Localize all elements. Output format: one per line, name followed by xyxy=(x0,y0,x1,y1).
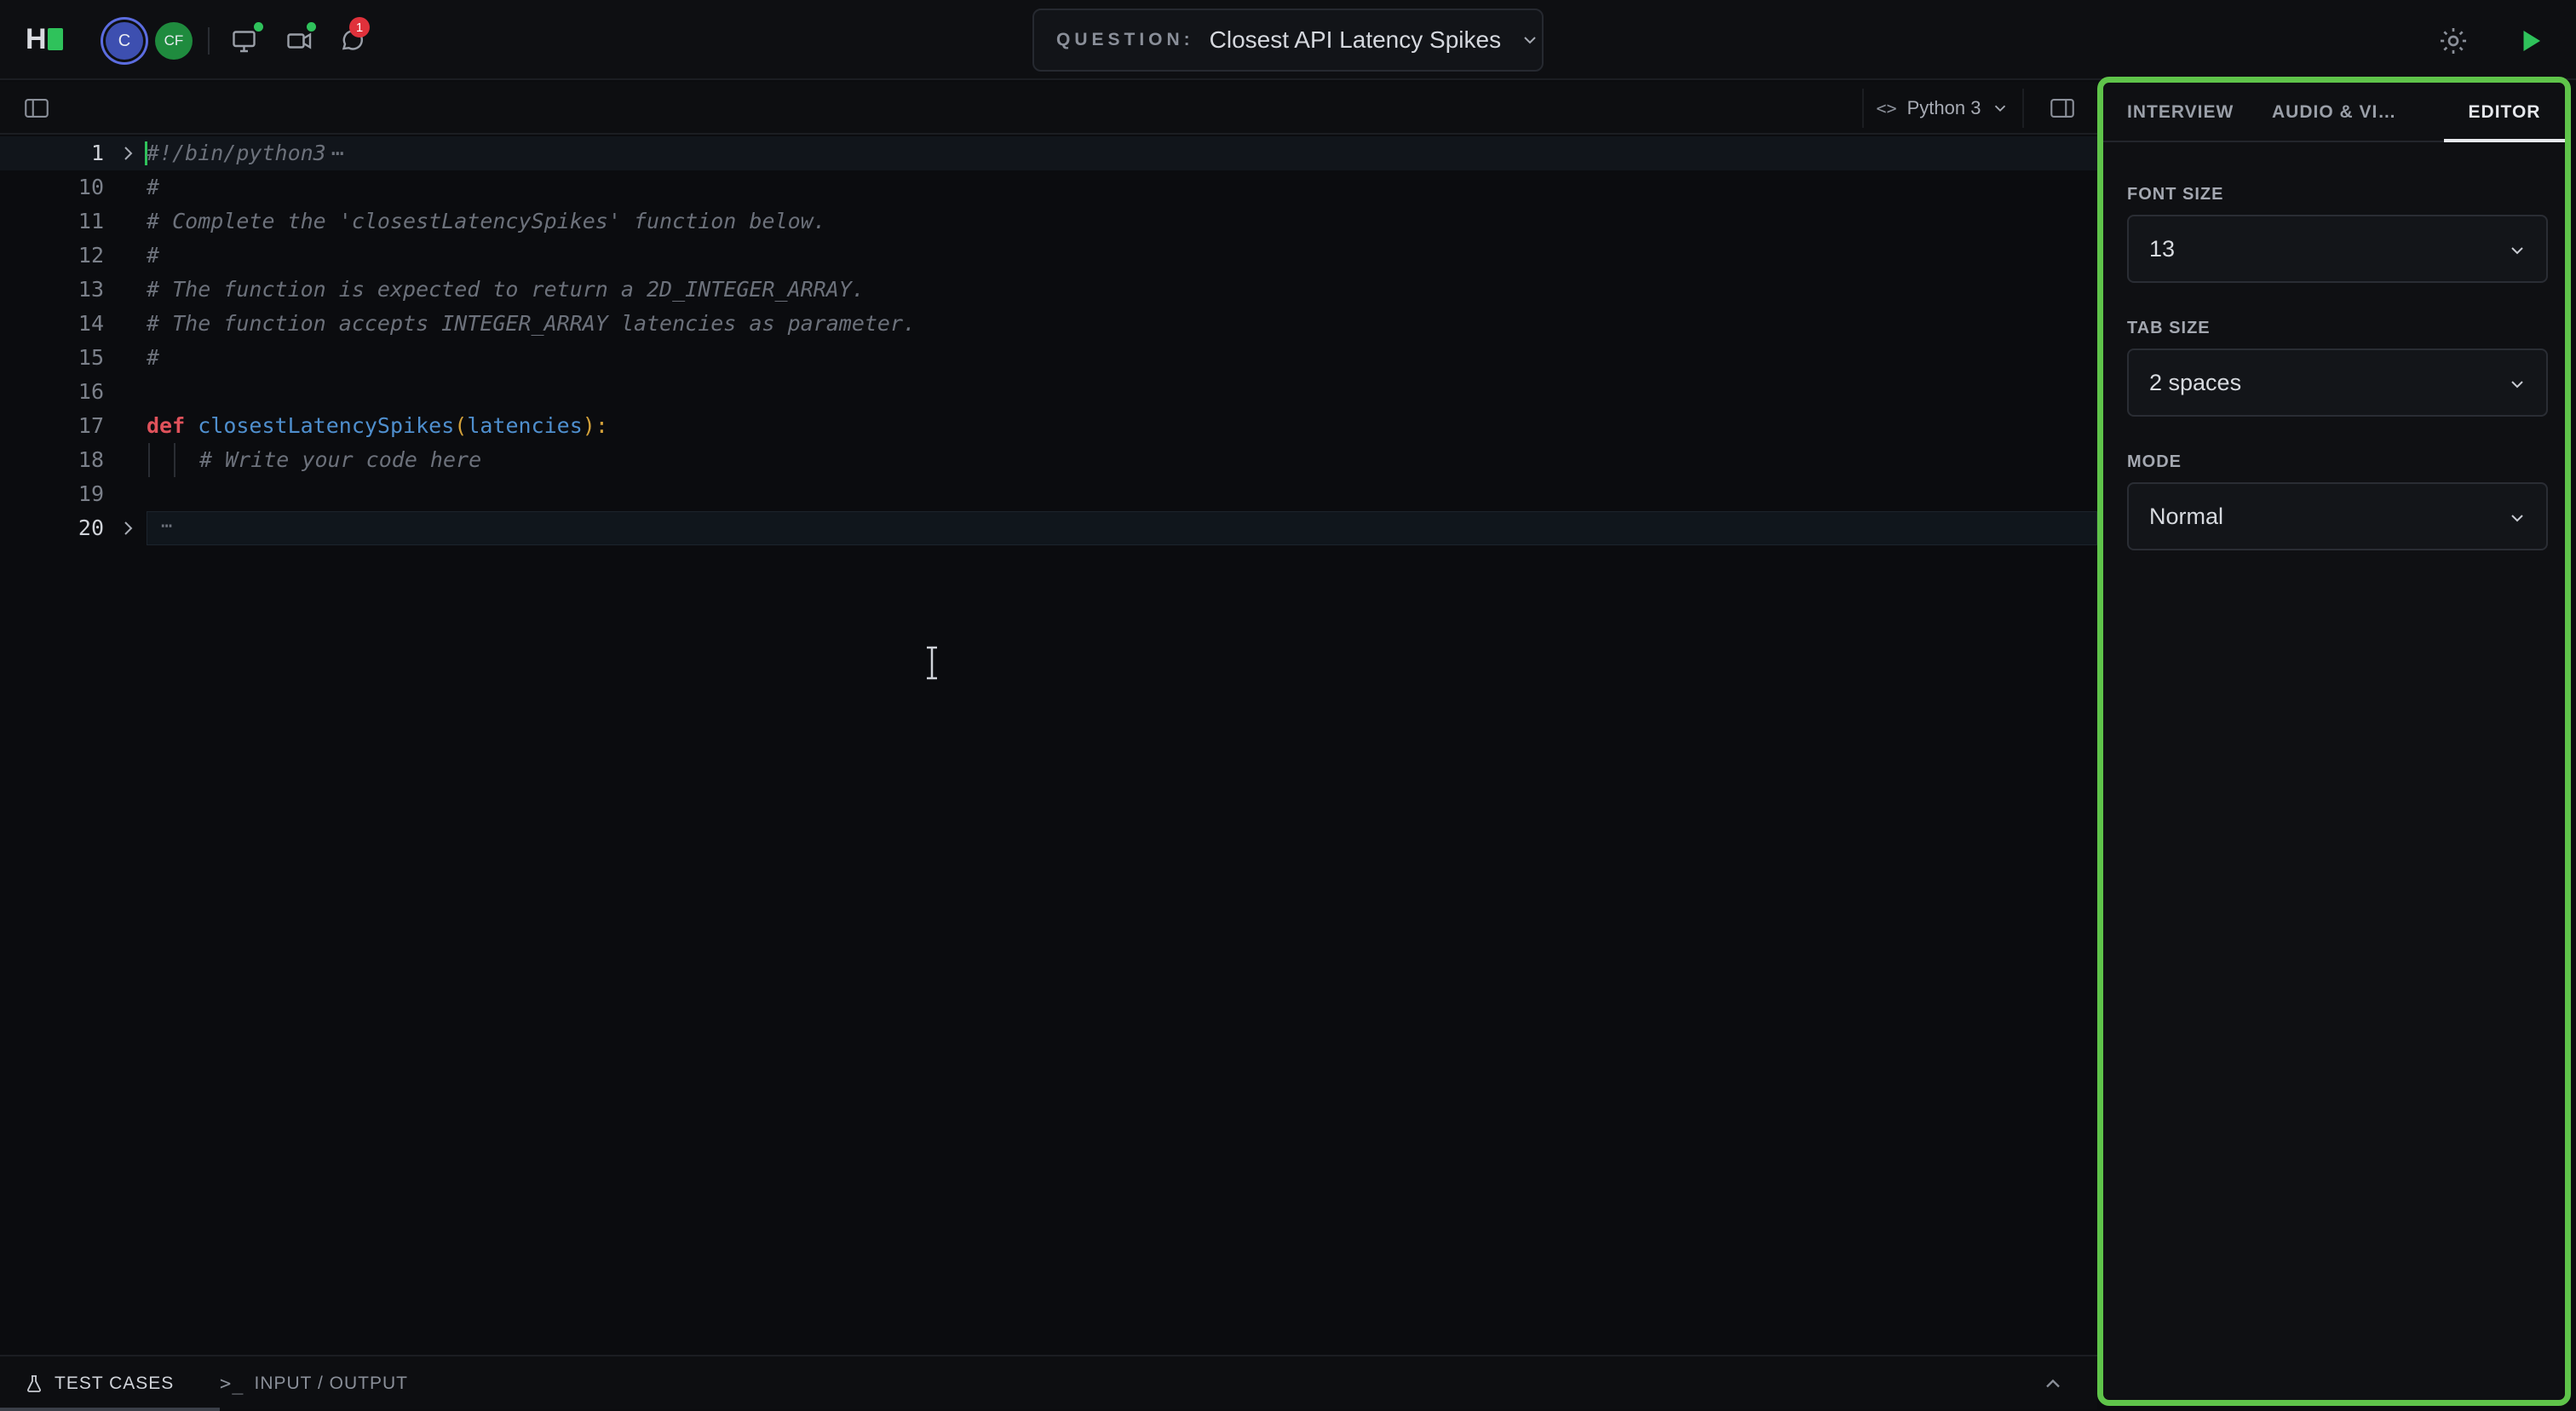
expand-panel-button[interactable] xyxy=(2041,1372,2065,1396)
code-text: # xyxy=(147,345,160,370)
code-line: 20 ⋯ xyxy=(0,511,2097,545)
code-line: 18 # Write your code here xyxy=(0,443,2097,477)
chevron-down-icon xyxy=(1995,105,2006,112)
code-text: # The function is expected to return a 2… xyxy=(147,277,865,302)
video-status-dot xyxy=(307,22,316,32)
chevron-right-icon[interactable] xyxy=(118,143,138,164)
editor-settings-panel: INTERVIEW AUDIO & VID… EDITOR FONT SIZE … xyxy=(2097,77,2571,1406)
gear-icon xyxy=(2441,28,2466,54)
chevron-down-icon xyxy=(2511,515,2523,522)
line-number: 18 xyxy=(78,447,104,472)
indent-guide xyxy=(148,443,150,477)
sidebar-toggle-button[interactable] xyxy=(22,94,51,123)
chevron-down-icon xyxy=(2511,381,2523,389)
top-bar: H C CF 1 QUESTION: Closest API Latency S… xyxy=(0,0,2576,80)
settings-button[interactable] xyxy=(2436,24,2470,58)
logo-square xyxy=(47,28,63,50)
flask-icon xyxy=(27,1375,41,1392)
sidebar-left-icon xyxy=(25,99,49,118)
line-number: 12 xyxy=(78,243,104,268)
line-number: 15 xyxy=(78,345,104,370)
language-selector[interactable]: <> Python 3 xyxy=(1862,89,2024,128)
bottom-panel-bar: TEST CASES >_ INPUT / OUTPUT xyxy=(0,1355,2097,1411)
tab-size-label: TAB SIZE xyxy=(2127,319,2211,337)
folded-region[interactable]: ⋯ xyxy=(147,511,2097,545)
question-selector[interactable]: QUESTION: Closest API Latency Spikes xyxy=(1032,9,1544,72)
language-label: Python 3 xyxy=(1906,97,1981,118)
select-value: 13 xyxy=(2149,235,2176,262)
select-value: 2 spaces xyxy=(2149,369,2242,395)
terminal-icon: >_ xyxy=(220,1373,244,1395)
editor-toolbar: <> Python 3 xyxy=(0,82,2097,135)
code-brackets-icon: <> xyxy=(1876,98,1897,118)
line-number: 10 xyxy=(78,175,104,199)
tab-label: INPUT / OUTPUT xyxy=(254,1374,408,1393)
divider xyxy=(208,27,210,55)
code-text: # xyxy=(147,243,160,268)
code-line: 13 # The function is expected to return … xyxy=(0,273,2097,307)
line-number: 17 xyxy=(78,413,104,438)
code-line: 10 # xyxy=(0,170,2097,204)
code-editor[interactable]: 1 #!/bin/python3 ⋯ 10 # 11 # Complete the… xyxy=(0,136,2097,1355)
avatar-c[interactable]: C xyxy=(106,22,143,60)
code-text: def closestLatencySpikes(latencies): xyxy=(147,413,608,438)
tab-label: TEST CASES xyxy=(55,1374,175,1393)
play-icon xyxy=(2523,31,2540,51)
question-title: Closest API Latency Spikes xyxy=(1209,26,1502,53)
code-line: 17 def closestLatencySpikes(latencies): xyxy=(0,409,2097,443)
app-logo[interactable]: H xyxy=(26,24,63,55)
code-text: # The function accepts INTEGER_ARRAY lat… xyxy=(147,311,917,336)
code-line: 16 xyxy=(0,375,2097,409)
run-button[interactable] xyxy=(2515,26,2545,56)
active-tab-underline xyxy=(0,1408,220,1411)
line-number: 20 xyxy=(78,515,104,540)
text-cursor-icon xyxy=(927,646,937,680)
avatar-cf[interactable]: CF xyxy=(155,22,193,60)
code-line: 19 xyxy=(0,477,2097,511)
question-label: QUESTION: xyxy=(1056,30,1194,49)
mode-label: MODE xyxy=(2127,452,2182,471)
chevron-up-icon xyxy=(2046,1379,2060,1388)
code-text: # Write your code here xyxy=(199,447,482,472)
font-size-label: FONT SIZE xyxy=(2127,185,2224,204)
line-number: 16 xyxy=(78,379,104,404)
tab-audio-video[interactable]: AUDIO & VID… xyxy=(2272,83,2408,142)
tab-size-select[interactable]: 2 spaces xyxy=(2127,348,2548,417)
font-size-select[interactable]: 13 xyxy=(2127,215,2548,283)
chevron-down-icon xyxy=(2511,247,2523,255)
code-line: 14 # The function accepts INTEGER_ARRAY … xyxy=(0,307,2097,341)
code-line: 1 #!/bin/python3 ⋯ xyxy=(0,136,2097,170)
code-text: # xyxy=(147,175,160,199)
indent-guide xyxy=(174,443,175,477)
code-line: 12 # xyxy=(0,239,2097,273)
logo-letter: H xyxy=(26,23,47,55)
chevron-right-icon[interactable] xyxy=(118,518,138,538)
screen-share-status-dot xyxy=(254,22,263,32)
code-text: #!/bin/python3 ⋯ xyxy=(147,141,344,165)
line-number: 13 xyxy=(78,277,104,302)
line-number: 11 xyxy=(78,209,104,233)
code-line: 11 # Complete the 'closestLatencySpikes'… xyxy=(0,204,2097,239)
line-number: 1 xyxy=(90,141,104,165)
tab-input-output[interactable]: >_ INPUT / OUTPUT xyxy=(220,1356,408,1411)
select-value: Normal xyxy=(2149,503,2224,529)
panel-toggle-button[interactable] xyxy=(2048,94,2077,123)
tab-interview[interactable]: INTERVIEW xyxy=(2127,83,2234,142)
sidebar-right-icon xyxy=(2050,99,2074,118)
line-number: 14 xyxy=(78,311,104,336)
panel-tabs: INTERVIEW AUDIO & VID… EDITOR xyxy=(2103,83,2565,142)
chevron-down-icon xyxy=(1524,37,1536,44)
tab-test-cases[interactable]: TEST CASES xyxy=(0,1356,220,1411)
tab-editor[interactable]: EDITOR xyxy=(2444,83,2565,142)
fold-placeholder: ⋯ xyxy=(161,515,173,537)
code-text: # Complete the 'closestLatencySpikes' fu… xyxy=(147,209,826,233)
line-number: 19 xyxy=(78,481,104,506)
code-line: 15 # xyxy=(0,341,2097,375)
mode-select[interactable]: Normal xyxy=(2127,482,2548,550)
notification-badge: 1 xyxy=(349,17,370,37)
